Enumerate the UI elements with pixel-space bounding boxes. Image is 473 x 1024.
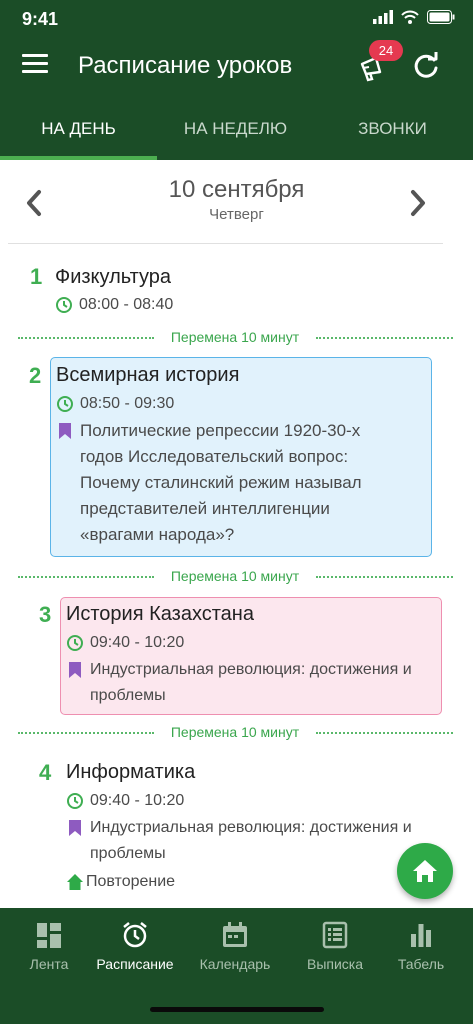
break-label: Перемена 10 минут — [170, 568, 300, 584]
dashboard-icon — [37, 923, 61, 948]
nav-gradebook[interactable]: Табель — [374, 920, 468, 972]
list-document-icon — [322, 921, 348, 949]
lesson-topic: Индустриальная революция: достижения и п… — [90, 819, 412, 862]
tab-bells[interactable]: ЗВОНКИ — [314, 106, 471, 160]
lesson-topic: Индустриальная революция: достижения и п… — [90, 661, 412, 704]
nav-label: Табель — [397, 956, 445, 972]
home-fab-button[interactable] — [397, 843, 453, 899]
lesson-number: 4 — [39, 760, 52, 785]
break-separator: Перемена 10 минут — [18, 567, 453, 587]
date-title: 10 сентября — [168, 176, 305, 203]
lesson-subject: Всемирная история — [56, 364, 240, 386]
bookmark-icon — [69, 820, 81, 836]
break-separator: Перемена 10 минут — [18, 723, 453, 743]
lesson-time: 08:50 - 09:30 — [80, 395, 175, 412]
status-bar: 9:41 — [0, 0, 473, 40]
bookmark-icon — [59, 423, 71, 439]
app-bar: Расписание уроков 24 — [0, 40, 473, 92]
alarm-clock-icon — [123, 922, 147, 948]
home-icon — [413, 860, 437, 882]
nav-label: Расписание — [96, 956, 174, 972]
home-indicator[interactable] — [150, 1007, 324, 1012]
menu-button[interactable] — [22, 54, 48, 76]
lesson-number: 2 — [29, 363, 42, 388]
lesson-subject: Физкультура — [55, 266, 172, 288]
lesson-time: 08:00 - 08:40 — [79, 296, 174, 313]
break-separator: Перемена 10 минут — [18, 328, 453, 348]
nav-label: Календарь — [199, 956, 271, 972]
nav-calendar[interactable]: Календарь — [188, 920, 282, 972]
status-icons — [373, 10, 455, 24]
lesson-topic: Политические репрессии 1920-30-х годов И… — [80, 421, 362, 544]
status-time: 9:41 — [22, 9, 59, 29]
nav-feed[interactable]: Лента — [2, 920, 96, 972]
nav-statement[interactable]: Выписка — [288, 920, 382, 972]
wifi-icon — [401, 10, 419, 24]
divider — [8, 243, 443, 244]
nav-label: Лента — [29, 956, 69, 972]
clock-icon — [57, 396, 73, 412]
clock-icon — [67, 635, 83, 651]
lesson-time: 09:40 - 10:20 — [90, 634, 185, 651]
lesson-subject: История Казахстана — [66, 603, 254, 625]
lesson-time: 09:40 - 10:20 — [90, 792, 185, 809]
tab-indicator — [0, 156, 157, 160]
tab-bar: НА ДЕНЬ НА НЕДЕЛЮ ЗВОНКИ — [0, 106, 473, 160]
bar-chart-icon — [411, 924, 431, 947]
bookmark-icon — [69, 662, 81, 678]
refresh-button[interactable] — [410, 50, 442, 82]
date-weekday: Четверг — [209, 206, 264, 223]
break-label: Перемена 10 минут — [170, 724, 300, 740]
lesson-number: 1 — [30, 264, 43, 289]
battery-icon — [427, 10, 455, 24]
notification-badge: 24 — [369, 40, 403, 61]
clock-icon — [67, 793, 83, 809]
tab-day[interactable]: НА ДЕНЬ — [0, 106, 157, 160]
lesson-subject: Информатика — [66, 761, 196, 783]
chevron-right-icon[interactable] — [406, 188, 430, 218]
home-icon — [67, 874, 83, 890]
tab-week[interactable]: НА НЕДЕЛЮ — [157, 106, 314, 160]
refresh-icon — [414, 52, 438, 78]
clock-icon — [56, 297, 72, 313]
hamburger-icon — [22, 54, 48, 57]
signal-icon — [373, 10, 393, 24]
break-label: Перемена 10 минут — [170, 329, 300, 345]
date-navigator: 10 сентября Четверг — [0, 172, 473, 242]
lesson-number: 3 — [39, 602, 52, 627]
nav-label: Выписка — [306, 956, 364, 972]
top-bar: 9:41 Расписание уроков 24 НА ДЕНЬ НА НЕД… — [0, 0, 473, 160]
lesson-homework: Повторение — [86, 873, 176, 890]
page-title: Расписание уроков — [78, 52, 293, 79]
calendar-icon — [223, 922, 247, 947]
nav-schedule[interactable]: Расписание — [88, 920, 182, 972]
